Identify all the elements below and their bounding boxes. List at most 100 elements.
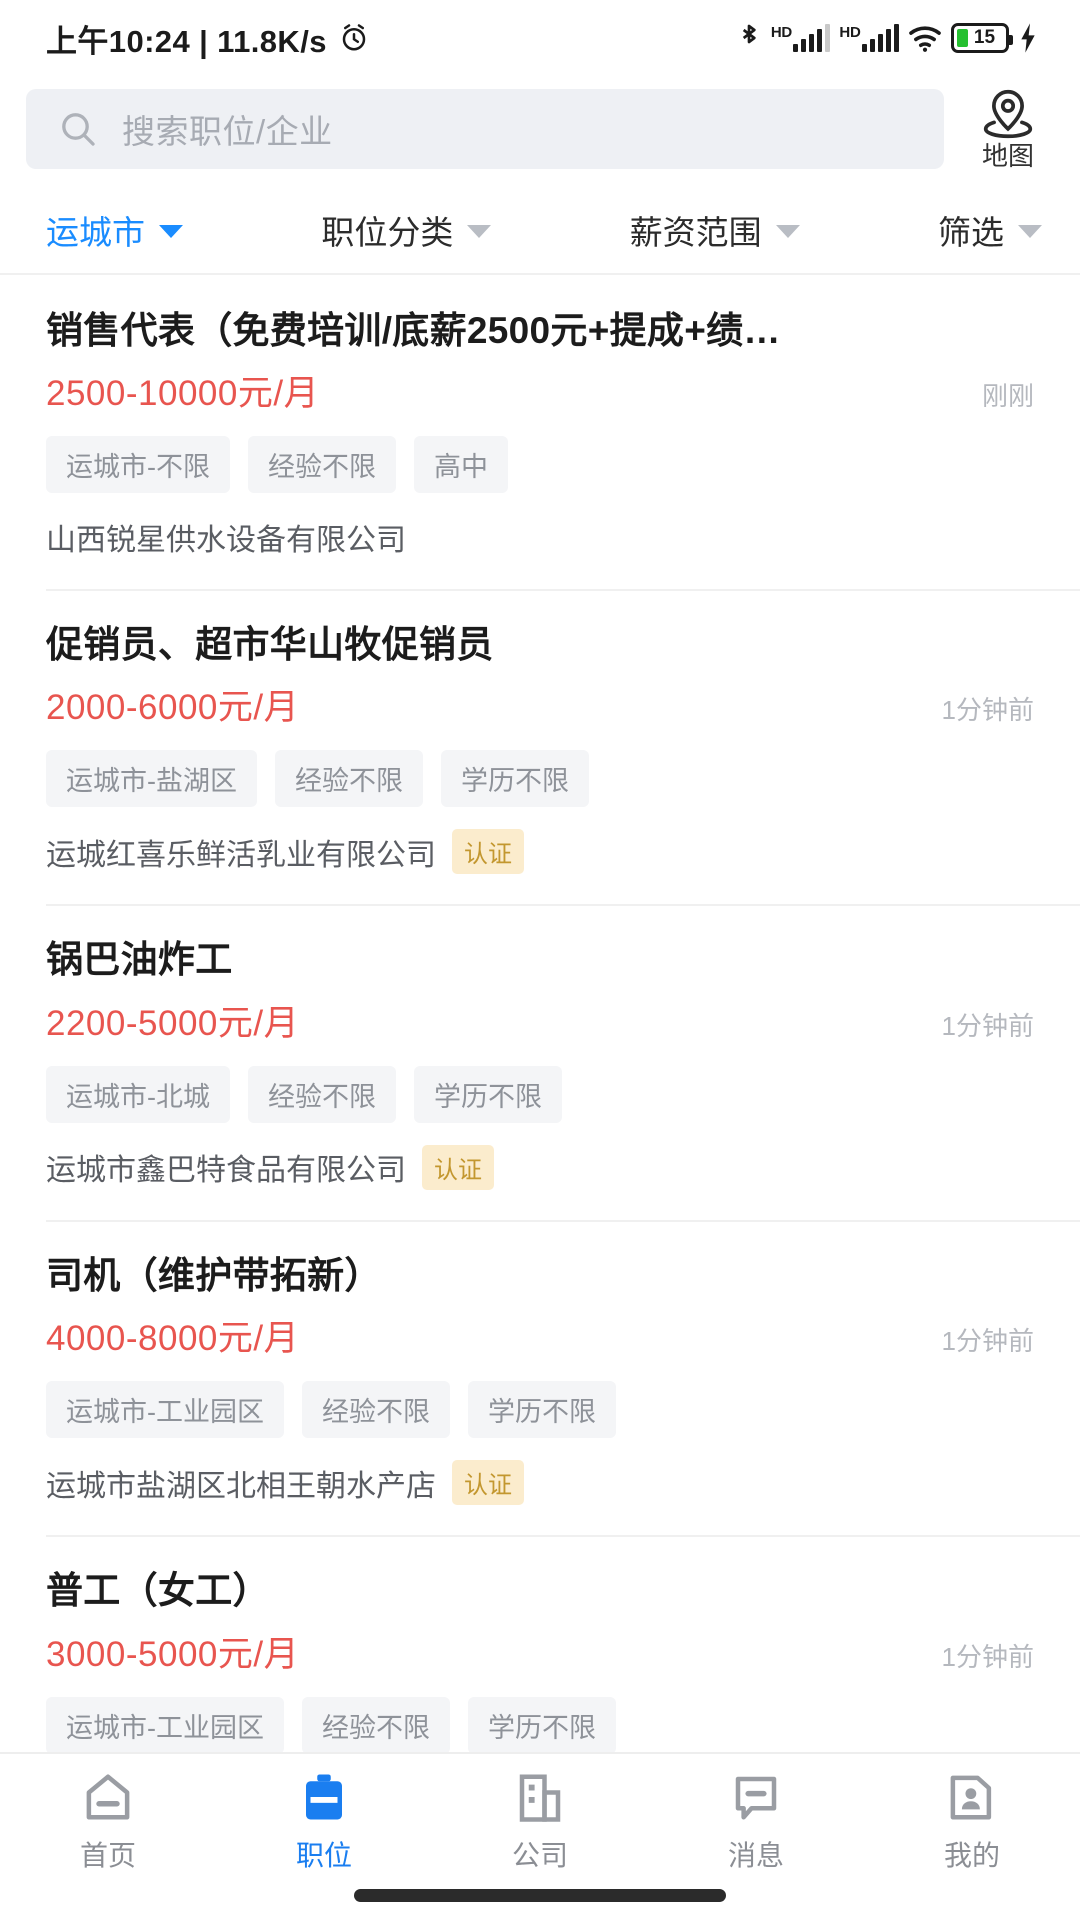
bottom-tab-bar: 首页 职位 公司 消息 我的 xyxy=(0,1752,1080,1920)
tab-jobs-label: 职位 xyxy=(295,1840,352,1871)
job-tag-location: 运城市-北城 xyxy=(46,1065,230,1123)
job-salary: 2000-6000元/月 xyxy=(46,688,300,728)
job-salary: 2200-5000元/月 xyxy=(46,1003,300,1043)
job-tag-experience: 经验不限 xyxy=(248,1065,396,1123)
briefcase-icon xyxy=(306,1774,342,1820)
job-title: 销售代表（免费培训/底薪2500元+提成+绩… xyxy=(46,309,781,351)
filter-job-category-label: 职位分类 xyxy=(321,213,454,251)
building-icon xyxy=(519,1774,561,1822)
signal-1: HD xyxy=(771,24,831,52)
job-tag-location: 运城市-盐湖区 xyxy=(46,750,257,808)
job-company-name: 山西锐星供水设备有限公司 xyxy=(46,523,406,557)
job-salary: 4000-8000元/月 xyxy=(46,1319,300,1359)
job-list-item[interactable]: 司机（维护带拓新） 4000-8000元/月 1分钟前 运城市-工业园区 经验不… xyxy=(0,1219,1080,1535)
tab-messages[interactable]: 消息 xyxy=(648,1770,864,1874)
job-company-name: 运城市盐湖区北相王朝水产店 xyxy=(46,1469,436,1503)
status-bar-right: HD HD 15 xyxy=(736,22,1038,54)
tab-home[interactable]: 首页 xyxy=(0,1770,216,1874)
job-tag-education: 学历不限 xyxy=(414,1065,562,1123)
alarm-icon xyxy=(342,24,366,51)
tab-profile[interactable]: 我的 xyxy=(864,1770,1080,1874)
job-tag-education: 学历不限 xyxy=(468,1381,616,1439)
profile-card-icon xyxy=(950,1775,992,1820)
job-meta-row: 2000-6000元/月 1分钟前 xyxy=(46,679,1034,730)
filter-more[interactable]: 筛选 xyxy=(938,206,1042,254)
hd-label-1: HD xyxy=(770,24,792,41)
job-tags: 运城市-工业园区 经验不限 学历不限 xyxy=(46,1381,1034,1439)
lightning-bolt-icon xyxy=(1021,23,1035,53)
status-time-and-netspeed: 上午10:24 | 11.8K/s xyxy=(46,23,327,59)
job-title: 锅巴油炸工 xyxy=(46,939,233,981)
tab-profile-label: 我的 xyxy=(943,1840,1000,1871)
job-title: 司机（维护带拓新） xyxy=(46,1254,382,1296)
job-meta-row: 3000-5000元/月 1分钟前 xyxy=(46,1626,1034,1677)
job-tags: 运城市-工业园区 经验不限 学历不限 xyxy=(46,1696,1034,1754)
job-tag-experience: 经验不限 xyxy=(248,435,396,493)
job-title: 普工（女工） xyxy=(46,1570,270,1612)
job-tags: 运城市-盐湖区 经验不限 学历不限 xyxy=(46,750,1034,808)
filter-salary-range-label: 薪资范围 xyxy=(629,213,762,251)
job-list-item[interactable]: 促销员、超市华山牧促销员 2000-6000元/月 1分钟前 运城市-盐湖区 经… xyxy=(0,588,1080,904)
job-company-name: 运城市鑫巴特食品有限公司 xyxy=(46,1154,406,1188)
filter-bar: 运城市 职位分类 薪资范围 筛选 xyxy=(0,187,1080,275)
filter-city[interactable]: 运城市 xyxy=(46,206,183,254)
map-button-label: 地图 xyxy=(981,141,1034,171)
job-salary: 3000-5000元/月 xyxy=(46,1634,300,1674)
app-screen: 上午10:24 | 11.8K/s HD HD 15 搜索职位/企业 地图 运城… xyxy=(0,0,1080,1920)
chevron-down-icon xyxy=(775,224,800,238)
filter-city-label: 运城市 xyxy=(46,213,145,251)
search-placeholder: 搜索职位/企业 xyxy=(122,113,333,151)
job-meta-row: 4000-8000元/月 1分钟前 xyxy=(46,1310,1034,1361)
job-list-item[interactable]: 销售代表（免费培训/底薪2500元+提成+绩… 2500-10000元/月 刚刚… xyxy=(0,275,1080,589)
job-tag-location: 运城市-工业园区 xyxy=(46,1696,284,1754)
signal-bars-1 xyxy=(792,24,831,52)
battery-indicator: 15 xyxy=(951,23,1013,53)
map-button[interactable]: 地图 xyxy=(962,88,1054,171)
job-salary: 2500-10000元/月 xyxy=(46,373,320,413)
job-company-name: 运城红喜乐鲜活乳业有限公司 xyxy=(46,838,436,872)
job-company-row[interactable]: 运城红喜乐鲜活乳业有限公司 认证 xyxy=(46,829,1034,875)
job-meta-row: 2500-10000元/月 刚刚 xyxy=(46,365,1034,416)
tab-companies-label: 公司 xyxy=(511,1840,568,1871)
job-title: 促销员、超市华山牧促销员 xyxy=(46,623,494,665)
chevron-down-icon xyxy=(159,224,183,238)
search-icon xyxy=(62,113,95,146)
job-tags: 运城市-北城 经验不限 学历不限 xyxy=(46,1065,1034,1123)
home-icon xyxy=(86,1774,130,1820)
status-bar: 上午10:24 | 11.8K/s HD HD 15 xyxy=(0,0,1080,76)
filter-salary-range[interactable]: 薪资范围 xyxy=(630,206,800,254)
chevron-down-icon xyxy=(1017,224,1042,238)
signal-bars-2 xyxy=(861,24,899,52)
job-tag-education: 高中 xyxy=(414,435,508,493)
job-company-row[interactable]: 山西锐星供水设备有限公司 xyxy=(46,515,1034,559)
job-tag-experience: 经验不限 xyxy=(302,1381,450,1439)
search-input[interactable]: 搜索职位/企业 xyxy=(26,89,944,170)
chevron-down-icon xyxy=(467,224,492,238)
filter-job-category[interactable]: 职位分类 xyxy=(321,206,492,254)
verified-badge: 认证 xyxy=(452,1460,524,1506)
verified-badge: 认证 xyxy=(422,1144,494,1190)
job-tag-education: 学历不限 xyxy=(441,750,589,808)
map-pin-icon xyxy=(983,89,1033,139)
wifi-icon xyxy=(909,26,941,52)
job-post-time: 1分钟前 xyxy=(941,1641,1034,1672)
tab-jobs[interactable]: 职位 xyxy=(216,1770,432,1874)
signal-2: HD xyxy=(839,24,899,52)
job-tag-experience: 经验不限 xyxy=(275,750,423,808)
job-list-item[interactable]: 锅巴油炸工 2200-5000元/月 1分钟前 运城市-北城 经验不限 学历不限… xyxy=(0,904,1080,1219)
status-bar-left: 上午10:24 | 11.8K/s xyxy=(46,16,369,61)
job-tag-location: 运城市-不限 xyxy=(46,435,230,493)
tab-companies[interactable]: 公司 xyxy=(432,1770,648,1874)
job-company-row[interactable]: 运城市盐湖区北相王朝水产店 认证 xyxy=(46,1460,1034,1506)
search-row: 搜索职位/企业 地图 xyxy=(0,76,1080,187)
job-post-time: 1分钟前 xyxy=(941,1010,1034,1041)
job-company-row[interactable]: 运城市鑫巴特食品有限公司 认证 xyxy=(46,1144,1034,1190)
job-tag-experience: 经验不限 xyxy=(302,1696,450,1754)
job-tag-education: 学历不限 xyxy=(468,1696,616,1754)
home-indicator xyxy=(354,1889,726,1902)
message-icon xyxy=(735,1776,777,1820)
job-list-item[interactable]: 普工（女工） 3000-5000元/月 1分钟前 运城市-工业园区 经验不限 学… xyxy=(0,1535,1080,1783)
verified-badge: 认证 xyxy=(452,829,524,875)
tab-messages-label: 消息 xyxy=(727,1840,784,1871)
job-list[interactable]: 销售代表（免费培训/底薪2500元+提成+绩… 2500-10000元/月 刚刚… xyxy=(0,275,1080,1920)
